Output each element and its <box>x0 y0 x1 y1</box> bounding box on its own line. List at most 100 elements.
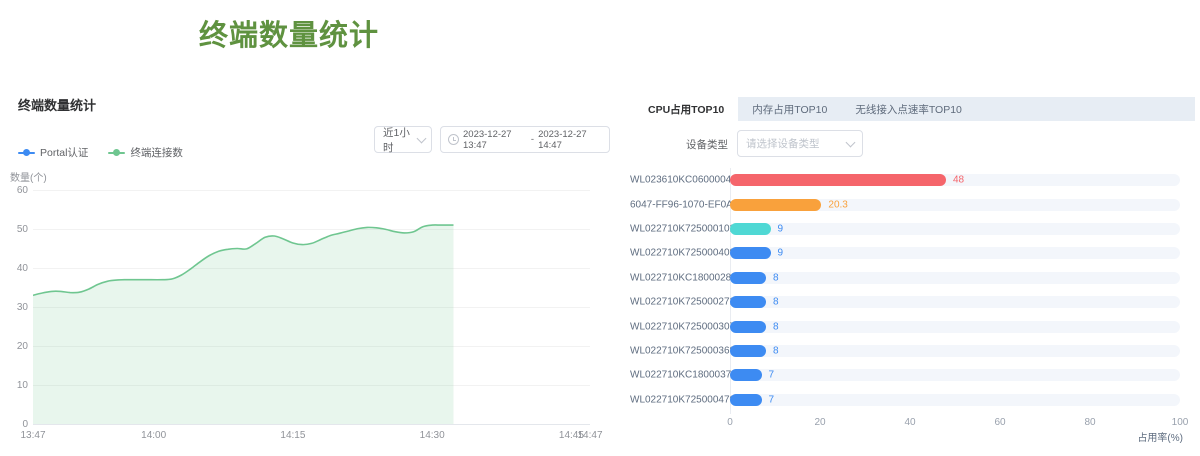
device-name-label: WL022710KC18000280 <box>630 272 725 283</box>
bar-value-label: 7 <box>769 394 775 405</box>
date-range-picker[interactable]: 2023-12-27 13:47 - 2023-12-27 14:47 <box>440 126 610 153</box>
bar-row: WL022710K725000470 7 <box>630 388 1200 412</box>
bar-track <box>730 223 1180 235</box>
bar-fill <box>730 247 771 259</box>
bar-fill <box>730 174 946 186</box>
tab-1[interactable]: 内存占用TOP10 <box>738 97 841 121</box>
bar-chart: WL023610KC06000043 48 6047-FF96-1070-EF0A 2… <box>630 168 1200 412</box>
bar-fill <box>730 296 766 308</box>
bar-fill <box>730 321 766 333</box>
bar-row: WL022710KC18000280 8 <box>630 266 1200 290</box>
bar-row: 6047-FF96-1070-EF0A 20.3 <box>630 192 1200 216</box>
bar-row: WL022710K725000307 8 <box>630 314 1200 338</box>
bar-row: WL022710K725000272 8 <box>630 290 1200 314</box>
y-tick-label: 10 <box>0 380 28 391</box>
terminal-count-panel: 终端数量统计 终端数量统计 近1小时 2023-12-27 13:47 - 20… <box>0 0 630 456</box>
x-tick-label: 20 <box>814 417 825 428</box>
series-area-fill <box>33 225 454 424</box>
tab-0[interactable]: CPU占用TOP10 <box>634 97 738 121</box>
left-section-title: 终端数量统计 <box>0 12 578 54</box>
bar-track <box>730 345 1180 357</box>
bar-value-label: 20.3 <box>828 199 847 210</box>
device-type-select[interactable]: 请选择设备类型 <box>737 130 863 157</box>
bar-row: WL023610KC06000043 48 <box>630 168 1200 192</box>
x-tick-label: 14:15 <box>280 430 305 441</box>
y-tick-label: 0 <box>0 419 28 430</box>
performance-tab-bar: CPU占用TOP10内存占用TOP10无线接入点速率TOP10 <box>634 97 1195 121</box>
y-tick-label: 40 <box>0 263 28 274</box>
left-panel-header: 终端数量统计 <box>18 95 96 114</box>
x-tick-label: 14:47 <box>577 430 602 441</box>
bar-value-label: 9 <box>778 224 784 235</box>
bar-row: WL022710KC18000372 7 <box>630 363 1200 387</box>
device-name-label: WL023610KC06000043 <box>630 175 725 186</box>
x-tick-label: 13:47 <box>20 430 45 441</box>
bar-row: WL022710K725000409 9 <box>630 241 1200 265</box>
bar-value-label: 9 <box>778 248 784 259</box>
y-tick-label: 50 <box>0 224 28 235</box>
time-range-select[interactable]: 近1小时 <box>374 126 432 153</box>
date-start-value: 2023-12-27 13:47 <box>463 129 527 151</box>
y-tick-label: 20 <box>0 341 28 352</box>
y-axis-name: 数量(个) <box>10 169 47 184</box>
y-tick-label: 30 <box>0 302 28 313</box>
bar-value-label: 8 <box>773 297 779 308</box>
bar-track <box>730 369 1180 381</box>
bar-fill <box>730 345 766 357</box>
tab-2[interactable]: 无线接入点速率TOP10 <box>841 97 976 121</box>
bar-value-label: 8 <box>773 272 779 283</box>
bar-track <box>730 272 1180 284</box>
bar-value-label: 48 <box>953 175 964 186</box>
x-tick-label: 100 <box>1172 417 1189 428</box>
bar-track <box>730 394 1180 406</box>
bar-track <box>730 296 1180 308</box>
clock-icon <box>448 134 459 145</box>
chart-legend: Portal认证 终端连接数 <box>18 145 183 160</box>
chevron-down-icon <box>417 133 427 143</box>
x-tick-label: 14:30 <box>420 430 445 441</box>
area-chart <box>33 186 590 424</box>
device-performance-panel: 设备性能统计 CPU占用TOP10内存占用TOP10无线接入点速率TOP10 设… <box>630 0 1200 456</box>
legend-label: Portal认证 <box>40 145 88 160</box>
device-name-label: 6047-FF96-1070-EF0A <box>630 199 725 210</box>
x-tick-label: 0 <box>727 417 733 428</box>
bar-chart-x-axis-name: 占用率(%) <box>630 429 1183 444</box>
device-name-label: WL022710K725000409 <box>630 248 725 259</box>
legend-marker-icon <box>18 148 35 157</box>
gridline <box>33 424 590 425</box>
device-name-label: WL022710K725000470 <box>630 394 725 405</box>
device-name-label: WL022710K725000369 <box>630 346 725 357</box>
bar-row: WL022710K725000102 9 <box>630 217 1200 241</box>
bar-value-label: 8 <box>773 346 779 357</box>
bar-row: WL022710K725000369 8 <box>630 339 1200 363</box>
time-range-value: 近1小时 <box>383 125 418 155</box>
bar-value-label: 8 <box>773 321 779 332</box>
bar-fill <box>730 369 762 381</box>
legend-item-1[interactable]: 终端连接数 <box>108 145 183 160</box>
x-tick-label: 60 <box>994 417 1005 428</box>
x-tick-label: 80 <box>1084 417 1095 428</box>
bar-track <box>730 247 1180 259</box>
chevron-down-icon <box>846 137 856 147</box>
device-type-label: 设备类型 <box>686 137 728 152</box>
bar-fill <box>730 223 771 235</box>
bar-fill <box>730 199 821 211</box>
bar-fill <box>730 394 762 406</box>
device-name-label: WL022710KC18000372 <box>630 370 725 381</box>
date-end-value: 2023-12-27 14:47 <box>538 129 602 151</box>
bar-fill <box>730 272 766 284</box>
dashboard-page: 终端数量统计 终端数量统计 近1小时 2023-12-27 13:47 - 20… <box>0 0 1200 456</box>
date-separator: - <box>531 134 534 145</box>
bar-track <box>730 321 1180 333</box>
bar-value-label: 7 <box>769 370 775 381</box>
device-name-label: WL022710K725000272 <box>630 297 725 308</box>
legend-label: 终端连接数 <box>130 145 183 160</box>
device-name-label: WL022710K725000307 <box>630 321 725 332</box>
y-tick-label: 60 <box>0 185 28 196</box>
legend-item-0[interactable]: Portal认证 <box>18 145 88 160</box>
device-name-label: WL022710K725000102 <box>630 224 725 235</box>
x-tick-label: 40 <box>904 417 915 428</box>
legend-marker-icon <box>108 148 125 157</box>
x-tick-label: 14:00 <box>141 430 166 441</box>
device-type-placeholder: 请选择设备类型 <box>746 136 820 151</box>
